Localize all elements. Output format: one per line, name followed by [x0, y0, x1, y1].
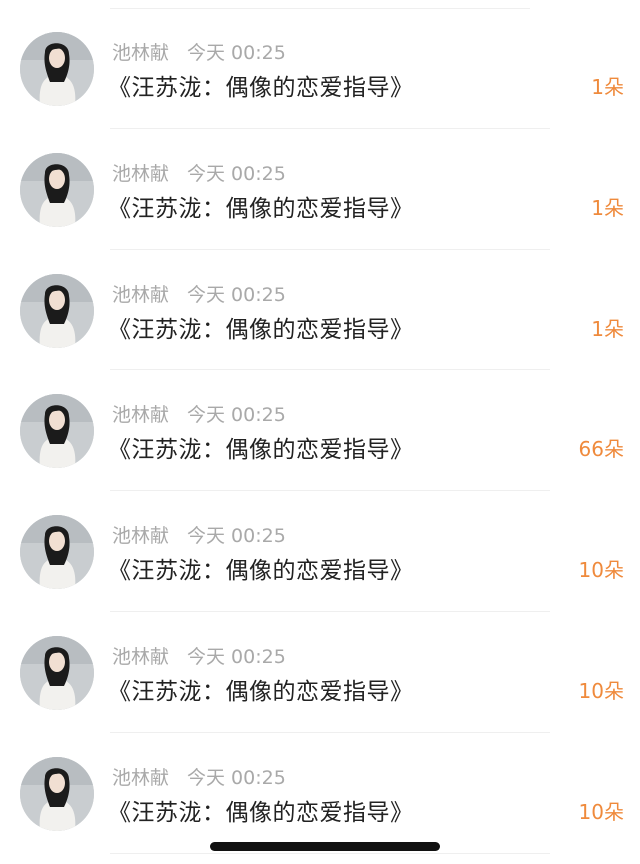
avatar-photo-icon — [20, 273, 94, 348]
work-title: 《汪苏泷：偶像的恋爱指导》 — [108, 316, 414, 343]
sender-name: 池林献 — [112, 404, 170, 427]
record-meta: 池林献 今天 00:25 — [112, 763, 286, 790]
work-title: 《汪苏泷：偶像的恋爱指导》 — [108, 799, 414, 826]
list-item[interactable]: 池林献 今天 00:25 《汪苏泷：偶像的恋爱指导》 1朵 — [0, 250, 640, 371]
avatar[interactable] — [20, 32, 94, 106]
gift-amount: 10朵 — [578, 678, 624, 703]
avatar[interactable] — [20, 394, 94, 469]
list-item[interactable]: 池林献 今天 00:25 《汪苏泷：偶像的恋爱指导》 1朵 — [0, 8, 640, 129]
sender-name: 池林献 — [112, 42, 170, 64]
avatar-photo-icon — [20, 394, 94, 469]
list-item[interactable]: 池林献 今天 00:25 《汪苏泷：偶像的恋爱指导》 10朵 — [0, 612, 640, 733]
work-title: 《汪苏泷：偶像的恋爱指导》 — [108, 75, 414, 101]
gift-amount: 10朵 — [578, 799, 624, 824]
send-time: 今天 00:25 — [187, 645, 286, 668]
send-time: 今天 00:25 — [187, 404, 286, 427]
gift-record-list: 池林献 今天 00:25 《汪苏泷：偶像的恋爱指导》 1朵 池林献 今天 00:25… — [0, 8, 640, 854]
gift-amount: 1朵 — [591, 195, 624, 220]
send-time: 今天 00:25 — [187, 766, 286, 789]
avatar[interactable] — [20, 756, 94, 831]
gift-amount: 1朵 — [591, 75, 624, 99]
gift-amount: 66朵 — [578, 437, 624, 462]
record-meta: 池林献 今天 00:25 — [112, 159, 286, 186]
avatar[interactable] — [20, 635, 94, 710]
list-item[interactable]: 池林献 今天 00:25 《汪苏泷：偶像的恋爱指导》 10朵 — [0, 733, 640, 854]
list-item[interactable]: 池林献 今天 00:25 《汪苏泷：偶像的恋爱指导》 66朵 — [0, 370, 640, 491]
work-title: 《汪苏泷：偶像的恋爱指导》 — [108, 195, 414, 222]
work-title: 《汪苏泷：偶像的恋爱指导》 — [108, 678, 414, 705]
avatar-photo-icon — [20, 515, 94, 590]
sender-name: 池林献 — [112, 283, 170, 306]
gift-amount: 10朵 — [578, 558, 624, 583]
send-time: 今天 00:25 — [187, 42, 286, 64]
record-meta: 池林献 今天 00:25 — [112, 400, 286, 427]
avatar-photo-icon — [20, 635, 94, 710]
sender-name: 池林献 — [112, 766, 170, 789]
sender-name: 池林献 — [112, 162, 170, 185]
work-title: 《汪苏泷：偶像的恋爱指导》 — [108, 558, 414, 585]
avatar[interactable] — [20, 273, 94, 348]
record-meta: 池林献 今天 00:25 — [112, 521, 286, 548]
avatar[interactable] — [20, 152, 94, 227]
list-item[interactable]: 池林献 今天 00:25 《汪苏泷：偶像的恋爱指导》 10朵 — [0, 491, 640, 612]
send-time: 今天 00:25 — [187, 283, 286, 306]
record-meta: 池林献 今天 00:25 — [112, 280, 286, 307]
send-time: 今天 00:25 — [187, 525, 286, 548]
send-time: 今天 00:25 — [187, 162, 286, 185]
avatar[interactable] — [20, 515, 94, 590]
avatar-photo-icon — [20, 32, 94, 106]
sender-name: 池林献 — [112, 645, 170, 668]
record-meta: 池林献 今天 00:25 — [112, 38, 286, 65]
sender-name: 池林献 — [112, 525, 170, 548]
gift-amount: 1朵 — [591, 316, 624, 341]
list-item[interactable]: 池林献 今天 00:25 《汪苏泷：偶像的恋爱指导》 1朵 — [0, 129, 640, 250]
avatar-photo-icon — [20, 152, 94, 227]
record-meta: 池林献 今天 00:25 — [112, 642, 286, 669]
home-indicator[interactable] — [210, 842, 440, 851]
work-title: 《汪苏泷：偶像的恋爱指导》 — [108, 437, 414, 464]
avatar-photo-icon — [20, 756, 94, 831]
